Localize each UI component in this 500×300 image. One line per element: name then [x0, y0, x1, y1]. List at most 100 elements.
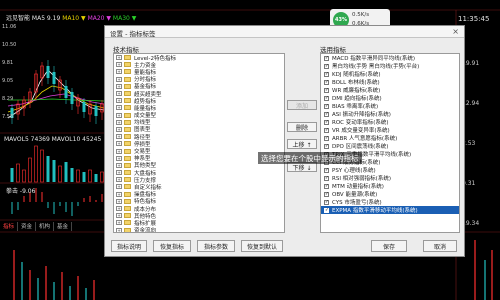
- expand-icon[interactable]: +: [116, 105, 122, 111]
- expand-icon[interactable]: +: [116, 162, 122, 168]
- selected-indicator-item[interactable]: ✓ MTM 动量指标(系统): [321, 182, 459, 190]
- expand-icon[interactable]: +: [116, 184, 122, 190]
- selected-indicator-item[interactable]: ✓ MACD 指数平滑异同平均线(系统): [321, 54, 459, 62]
- indicator-label: MACD 指数平滑异同平均线(系统): [332, 56, 416, 62]
- checkbox[interactable]: ✓: [324, 87, 329, 93]
- checkbox[interactable]: ✓: [324, 207, 329, 213]
- tab-indicator[interactable]: 指标: [0, 222, 19, 231]
- indicator-label: ROC 变动率指标(系统): [332, 120, 389, 126]
- expand-icon[interactable]: +: [116, 91, 122, 97]
- indicator-label: EXPMA 指数平滑移动平均线(系统): [332, 208, 418, 214]
- expand-icon[interactable]: +: [116, 98, 122, 104]
- save-button[interactable]: 保存: [371, 240, 407, 252]
- selected-indicator-item[interactable]: ✓ CYS 市场盈亏(系统): [321, 198, 459, 206]
- selected-indicator-item[interactable]: ✓ BOLL 布林线(系统): [321, 78, 459, 86]
- folder-icon: [124, 213, 131, 219]
- selected-indicator-item[interactable]: ✓ WR 威廉指标(系统): [321, 86, 459, 94]
- expand-icon[interactable]: +: [116, 213, 122, 219]
- checkbox[interactable]: ✓: [324, 127, 329, 133]
- folder-icon: [124, 98, 131, 104]
- checkbox[interactable]: ✓: [324, 63, 329, 69]
- selected-indicator-item[interactable]: ✓ VR 成交量变异率(系统): [321, 126, 459, 134]
- selected-indicator-list[interactable]: ✓ MACD 指数平滑异同平均线(系统) ✓ 黑白均线(手势 黑白均线(手势(平台) ✓…: [320, 53, 460, 233]
- checkbox[interactable]: ✓: [324, 135, 329, 141]
- tab-fund[interactable]: 基金: [54, 222, 73, 231]
- expand-icon[interactable]: +: [116, 170, 122, 176]
- add-button[interactable]: 添加: [287, 100, 317, 110]
- price-tick: 11.06: [2, 24, 17, 30]
- expand-icon[interactable]: +: [116, 126, 122, 132]
- checkbox[interactable]: ✓: [324, 79, 329, 85]
- expand-icon[interactable]: +: [116, 69, 122, 75]
- selected-indicator-item[interactable]: ✓ ROC 变动率指标(系统): [321, 118, 459, 126]
- checkbox[interactable]: ✓: [324, 199, 329, 205]
- folder-icon: [124, 83, 131, 89]
- price-tick: 8.29: [2, 96, 14, 102]
- indicator-tree[interactable]: + Level-2特色指标 + 主力资金 + 量能指标 + 分时指标 + 基金指标 + 超买超卖型 + 趋…: [113, 53, 285, 233]
- folder-icon: [124, 148, 131, 154]
- expand-icon[interactable]: +: [116, 206, 122, 212]
- checkbox[interactable]: ✓: [324, 111, 329, 117]
- expand-icon[interactable]: +: [116, 220, 122, 226]
- checkbox[interactable]: ✓: [324, 95, 329, 101]
- checkbox[interactable]: ✓: [324, 119, 329, 125]
- checkbox[interactable]: ✓: [324, 167, 329, 173]
- folder-icon: [124, 170, 131, 176]
- selected-indicator-item[interactable]: ✓ DPO 区间震荡线(系统): [321, 142, 459, 150]
- expand-icon[interactable]: +: [116, 83, 122, 89]
- indicator-label: DPO 区间震荡线(系统): [332, 144, 389, 150]
- selected-indicator-item[interactable]: ✓ PSY 心理线(系统): [321, 166, 459, 174]
- tab-funds[interactable]: 资金: [18, 222, 37, 231]
- checkbox[interactable]: ✓: [324, 191, 329, 197]
- expand-icon[interactable]: +: [116, 141, 122, 147]
- expand-icon[interactable]: +: [116, 198, 122, 204]
- checkbox[interactable]: ✓: [324, 71, 329, 77]
- selected-indicator-item[interactable]: ✓ DMI 趋向指标(系统): [321, 94, 459, 102]
- selected-indicator-item[interactable]: ✓ OBV 能量潮(系统): [321, 190, 459, 198]
- restore-default-button[interactable]: 恢复到默认: [241, 240, 283, 252]
- selected-indicator-item[interactable]: ✓ RSI 相对强弱指标(系统): [321, 174, 459, 182]
- selected-indicator-item[interactable]: ✓ KDJ 随机指标(系统): [321, 70, 459, 78]
- checkbox[interactable]: ✓: [324, 143, 329, 149]
- selected-indicator-item[interactable]: ✓ EXPMA 指数平滑移动平均线(系统): [321, 206, 459, 214]
- checkbox[interactable]: ✓: [324, 55, 329, 61]
- ma10-label: MA10 ▼: [62, 15, 86, 22]
- sub-indicator-label: 拳击 -9.06: [6, 188, 36, 195]
- tab-institution[interactable]: 机构: [36, 222, 55, 231]
- selected-indicator-item[interactable]: ✓ 黑白均线(手势 黑白均线(手势(平台): [321, 62, 459, 70]
- ma20-label: MA20 ▼: [87, 15, 111, 22]
- move-up-button[interactable]: 上移 ↑: [287, 139, 317, 149]
- expand-icon[interactable]: +: [116, 62, 122, 68]
- expand-icon[interactable]: +: [116, 191, 122, 197]
- restore-indicator-button[interactable]: 恢复指标: [153, 240, 191, 252]
- checkbox[interactable]: ✓: [324, 103, 329, 109]
- selected-indicator-item[interactable]: ✓ ASI 振动升降指标(系统): [321, 110, 459, 118]
- close-icon[interactable]: ×: [452, 27, 459, 36]
- indicator-description-button[interactable]: 指标说明: [111, 240, 147, 252]
- expand-icon[interactable]: +: [116, 155, 122, 161]
- selected-indicator-item[interactable]: ✓ ARBR 人气意愿指标(系统): [321, 134, 459, 142]
- cancel-button[interactable]: 取消: [423, 240, 457, 252]
- checkbox[interactable]: ✓: [324, 183, 329, 189]
- expand-icon[interactable]: +: [116, 227, 122, 232]
- indicator-params-button[interactable]: 指标参数: [197, 240, 235, 252]
- expand-icon[interactable]: +: [116, 148, 122, 154]
- indicator-label: KDJ 随机指标(系统): [332, 72, 381, 78]
- expand-icon[interactable]: +: [116, 119, 122, 125]
- subtitle-overlay: 选择您要在个股中显示的指标: [258, 152, 362, 164]
- remove-button[interactable]: 删除: [287, 122, 317, 132]
- clock: 11:35:45: [458, 15, 490, 23]
- expand-icon[interactable]: +: [116, 112, 122, 118]
- tree-item[interactable]: + 资金流向: [114, 227, 284, 233]
- selected-indicator-item[interactable]: ✓ BIAS 乖离率(系统): [321, 102, 459, 110]
- expand-icon[interactable]: +: [116, 177, 122, 183]
- expand-icon[interactable]: +: [116, 55, 122, 61]
- folder-icon: [124, 119, 131, 125]
- folder-icon: [124, 134, 131, 140]
- stock-name-ma: 远见智能 MA5 9.19: [6, 15, 61, 22]
- checkbox[interactable]: ✓: [324, 175, 329, 181]
- expand-icon[interactable]: +: [116, 76, 122, 82]
- tree-item-label: 资金流向: [134, 228, 157, 233]
- dialog-titlebar[interactable]: 设置 - 指标标签 ×: [105, 26, 464, 38]
- expand-icon[interactable]: +: [116, 134, 122, 140]
